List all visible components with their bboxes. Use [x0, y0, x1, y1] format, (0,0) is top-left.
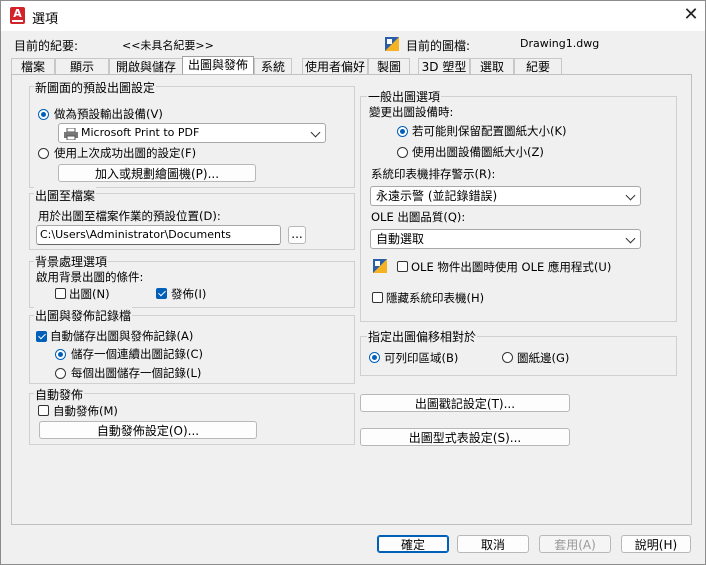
spooler-alert-select[interactable]: 永遠示警 (並記錄錯誤) [370, 186, 641, 206]
browse-button[interactable]: ... [288, 226, 306, 244]
per-plot-log-radio[interactable] [55, 368, 66, 379]
ole-app-label: OLE 物件出圖時使用 OLE 應用程式(U) [411, 260, 612, 274]
use-default-device-radio[interactable] [38, 109, 49, 120]
chevron-down-icon [625, 190, 636, 201]
ole-app-checkbox[interactable] [397, 261, 408, 272]
use-device-paper-radio[interactable] [397, 147, 408, 158]
printer-icon [64, 127, 78, 141]
tab-drafting[interactable]: 製圖 [368, 58, 410, 75]
output-device-select[interactable]: Microsoft Print to PDF [58, 123, 326, 143]
printable-area-label: 可列印區域(B) [384, 351, 459, 365]
auto-publish-label: 自動發佈(M) [53, 404, 118, 418]
spooler-alert-label: 系統印表機排存警示(R): [371, 167, 496, 181]
tab-display[interactable]: 顯示 [55, 58, 109, 75]
tab-user-preferences[interactable]: 使用者偏好 [302, 58, 368, 75]
output-device-value: Microsoft Print to PDF [81, 126, 200, 139]
auto-publish-title: 自動發佈 [34, 386, 85, 403]
ole-quality-label: OLE 出圖品質(Q): [371, 210, 466, 224]
plot-location-label: 用於出圖至檔案作業的預設位置(D): [38, 209, 221, 223]
autocad-logo-icon: A [10, 7, 25, 24]
dialog-button-bar: 確定 取消 套用(A) 說明(H) [1, 528, 705, 564]
cancel-button[interactable]: 取消 [457, 535, 529, 553]
add-plotter-button[interactable]: 加入或規劃繪圖機(P)... [58, 164, 256, 182]
spooler-alert-value: 永遠示警 (並記錄錯誤) [376, 189, 498, 203]
drawing-file-icon [385, 37, 399, 51]
tab-profiles[interactable]: 紀要 [514, 58, 562, 75]
tab-plot-publish[interactable]: 出圖與發佈 [182, 56, 254, 75]
use-default-device-label: 做為預設輸出設備(V) [54, 107, 163, 121]
use-last-settings-radio[interactable] [38, 148, 49, 159]
current-profile-label: 目前的紀要: [14, 39, 79, 53]
plot-publish-panel: 新圖面的預設出圖設定 做為預設輸出設備(V) Microsoft Print t… [11, 74, 692, 525]
background-publish-checkbox[interactable] [156, 288, 167, 299]
background-enable-label: 啟用背景出圖的條件: [36, 270, 144, 284]
plot-location-input[interactable]: C:\Users\Administrator\Documents [36, 225, 281, 245]
plot-to-file-title: 出圖至檔案 [34, 187, 97, 204]
tab-files[interactable]: 檔案 [11, 58, 55, 75]
default-output-title: 新圖面的預設出圖設定 [34, 79, 157, 96]
plot-offset-title: 指定出圖偏移相對於 [367, 328, 478, 345]
hide-printers-checkbox[interactable] [372, 292, 383, 303]
chevron-down-icon [310, 127, 321, 138]
close-icon[interactable]: ✕ [681, 5, 701, 25]
background-publish-label: 發佈(I) [171, 287, 207, 301]
options-dialog: A 選項 ✕ 目前的紀要: <<未具名紀要>> 目前的圖檔: Drawing1.… [0, 0, 706, 565]
use-device-paper-label: 使用出圖設備圖紙大小(Z) [412, 145, 544, 159]
chevron-down-icon [625, 233, 636, 244]
current-profile-value: <<未具名紀要>> [122, 39, 214, 52]
background-title: 背景處理選項 [34, 253, 109, 270]
title-bar: A 選項 ✕ [1, 1, 705, 31]
hide-printers-label: 隱藏系統印表機(H) [386, 291, 485, 305]
paper-edge-radio[interactable] [502, 352, 513, 363]
single-log-label: 儲存一個連續出圖記錄(C) [71, 347, 204, 361]
tab-open-save[interactable]: 開啟與儲存 [109, 58, 183, 75]
keep-paper-size-label: 若可能則保留配置圖紙大小(K) [412, 124, 567, 138]
plot-stamp-settings-button[interactable]: 出圖戳記設定(T)... [360, 394, 570, 412]
current-drawing-label: 目前的圖檔: [406, 39, 471, 53]
tab-selection[interactable]: 選取 [470, 58, 514, 75]
help-button[interactable]: 說明(H) [621, 535, 691, 553]
use-last-settings-label: 使用上次成功出圖的設定(F) [54, 146, 197, 160]
single-log-radio[interactable] [55, 349, 66, 360]
general-options-title: 一般出圖選項 [367, 88, 442, 105]
current-drawing-value: Drawing1.dwg [520, 37, 600, 50]
tab-3d-modeling[interactable]: 3D 塑型 [418, 58, 470, 75]
background-plot-checkbox[interactable] [55, 288, 66, 299]
dialog-title: 選項 [32, 12, 59, 27]
ole-quality-select[interactable]: 自動選取 [370, 229, 641, 249]
log-title: 出圖與發佈記錄檔 [34, 307, 133, 324]
auto-save-log-checkbox[interactable] [36, 331, 47, 342]
plot-style-table-settings-button[interactable]: 出圖型式表設定(S)... [360, 428, 570, 446]
auto-publish-checkbox[interactable] [38, 405, 49, 416]
printable-area-radio[interactable] [369, 352, 380, 363]
paper-edge-label: 圖紙邊(G) [517, 351, 570, 365]
apply-button[interactable]: 套用(A) [539, 535, 611, 553]
change-device-label: 變更出圖設備時: [369, 105, 454, 119]
background-plot-label: 出圖(N) [69, 287, 110, 301]
auto-publish-settings-button[interactable]: 自動發佈設定(O)... [39, 421, 257, 439]
keep-paper-size-radio[interactable] [397, 126, 408, 137]
auto-save-log-label: 自動儲存出圖與發佈記錄(A) [50, 329, 194, 343]
tab-system[interactable]: 系統 [254, 58, 292, 75]
ole-app-icon [373, 259, 387, 273]
ok-button[interactable]: 確定 [377, 535, 449, 553]
ole-quality-value: 自動選取 [376, 232, 425, 246]
per-plot-log-label: 每個出圖儲存一個記錄(L) [71, 366, 202, 380]
